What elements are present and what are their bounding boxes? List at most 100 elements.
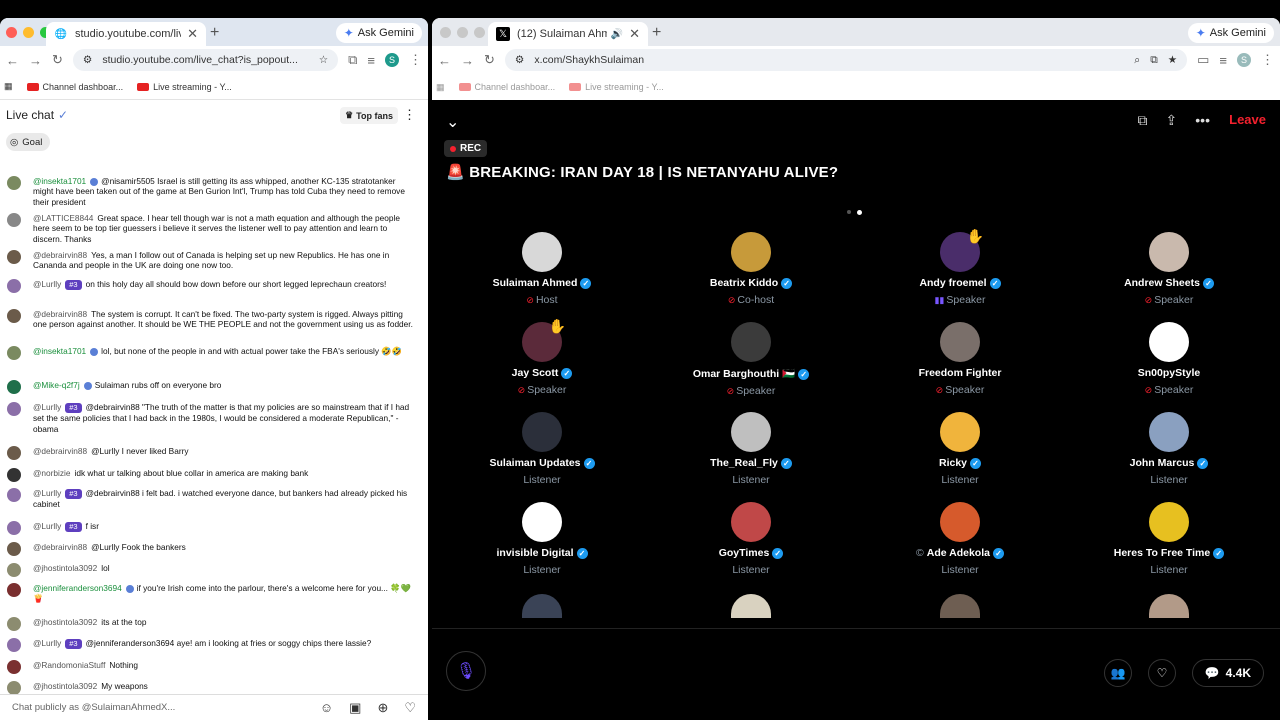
participant[interactable]: Sulaiman Ahmed ✓ ⊘ Host <box>442 232 642 306</box>
speaker-icon[interactable]: 🔊 <box>611 29 623 40</box>
microphone-button[interactable]: 🎙 <box>446 651 486 691</box>
bookmark-star-icon[interactable]: ☆ <box>319 54 328 66</box>
new-tab-button[interactable]: + <box>210 24 219 42</box>
avatar[interactable] <box>522 502 562 542</box>
participant[interactable]: Freedom Fighter ⊘ Speaker <box>860 322 1060 396</box>
sidepanel-icon[interactable]: ▭ <box>1197 52 1209 68</box>
extension-icon[interactable]: ≡ <box>1219 53 1227 68</box>
collapse-chevron-icon[interactable]: ⌄ <box>446 112 459 132</box>
super-chat-icon[interactable]: ▣ <box>349 700 361 716</box>
avatar[interactable] <box>7 638 21 652</box>
avatar[interactable] <box>522 412 562 452</box>
chat-author[interactable]: @jhostintola3092 <box>33 681 97 691</box>
zoom-window-button[interactable] <box>474 27 485 38</box>
avatar[interactable] <box>7 380 21 394</box>
avatar[interactable]: ✋ <box>522 318 566 362</box>
avatar[interactable] <box>7 681 21 695</box>
share-icon[interactable]: ⇪ <box>1166 112 1178 129</box>
avatar[interactable] <box>7 563 21 577</box>
more-icon[interactable]: ••• <box>1195 112 1210 129</box>
chat-author[interactable]: @norbizie <box>33 468 70 478</box>
avatar[interactable] <box>7 402 21 416</box>
chat-author[interactable]: @debrairvin88 <box>33 309 87 319</box>
chat-author[interactable]: @debrairvin88 <box>33 542 87 552</box>
avatar[interactable] <box>7 176 21 190</box>
participant[interactable]: Andrew Sheets ✓ ⊘ Speaker <box>1069 232 1269 306</box>
address-bar[interactable]: ⚙ studio.youtube.com/live_chat?is_popout… <box>72 49 339 71</box>
install-icon[interactable]: ⧉ <box>1150 54 1158 67</box>
profile-avatar[interactable]: S <box>1237 53 1251 67</box>
avatar[interactable] <box>7 660 21 674</box>
avatar[interactable] <box>1149 412 1189 452</box>
forward-icon[interactable]: → <box>29 53 42 68</box>
chat-author[interactable]: @jhostintola3092 <box>33 563 97 573</box>
goal-chip[interactable]: ◎ Goal <box>6 133 51 151</box>
zoom-icon[interactable]: ⌕ <box>1134 54 1140 67</box>
participant[interactable]: ✋ Jay Scott ✓ ⊘ Speaker <box>442 318 642 396</box>
avatar[interactable] <box>1149 502 1189 542</box>
avatar[interactable] <box>731 322 771 362</box>
avatar[interactable] <box>7 309 21 323</box>
chat-author[interactable]: @Lurlly <box>33 279 61 289</box>
participant[interactable]: invisible Digital ✓ Listener <box>442 502 642 576</box>
participant[interactable]: © Ade Adekola ✓ Listener <box>860 502 1060 576</box>
participant[interactable]: The_Real_Fly ✓ Listener <box>651 412 851 486</box>
forward-icon[interactable]: → <box>461 53 474 68</box>
chat-author[interactable]: @debrairvin88 <box>33 446 87 456</box>
avatar[interactable] <box>7 617 21 631</box>
participant[interactable]: ✋ Andy froemel ✓ ▮▮ Speaker <box>860 228 1060 306</box>
bookmark-channel-dashboard[interactable]: Channel dashboar... <box>26 82 123 92</box>
avatar[interactable] <box>7 213 21 227</box>
participant[interactable]: Omar Barghouthi 🇵🇸 ✓ ⊘ Speaker <box>651 322 851 397</box>
back-icon[interactable]: ← <box>438 53 451 68</box>
avatar[interactable] <box>7 446 21 460</box>
avatar[interactable]: ✋ <box>940 228 984 272</box>
chat-author[interactable]: @jenniferanderson3694 <box>33 583 122 593</box>
participant[interactable]: John Marcus ✓ Listener <box>1069 412 1269 486</box>
avatar[interactable] <box>7 521 21 535</box>
ask-gemini-button[interactable]: ✦ Ask Gemini <box>335 23 422 43</box>
avatar[interactable] <box>731 232 771 272</box>
chat-author[interactable]: @Lurlly <box>33 638 61 648</box>
tab-x-profile[interactable]: 𝕏 (12) Sulaiman Ahmed (@S 🔊 ✕ <box>488 22 648 46</box>
top-fans-button[interactable]: ♛ Top fans <box>340 107 398 124</box>
react-button[interactable]: ♡ <box>1148 659 1176 687</box>
leave-button[interactable]: Leave <box>1229 112 1266 127</box>
avatar[interactable] <box>7 346 21 360</box>
chat-author[interactable]: @Mike-q2f7j <box>33 380 80 390</box>
tab-search-icon[interactable]: ⧉ <box>348 52 357 68</box>
chat-author[interactable]: @jhostintola3092 <box>33 617 97 627</box>
heart-icon[interactable]: ♡ <box>404 700 416 716</box>
participant-avatar-partial[interactable] <box>731 594 771 618</box>
apps-grid-icon[interactable]: ▦ <box>436 82 445 93</box>
avatar[interactable] <box>7 250 21 264</box>
minimize-window-button[interactable] <box>23 27 34 38</box>
avatar[interactable] <box>1149 322 1189 362</box>
participant[interactable]: GoyTimes ✓ Listener <box>651 502 851 576</box>
chat-author[interactable]: @RandomoniaStuff <box>33 660 105 670</box>
page-dot-active[interactable] <box>857 210 862 215</box>
chat-author[interactable]: @insekta1701 <box>33 346 86 356</box>
avatar[interactable] <box>7 583 21 597</box>
avatar[interactable] <box>7 488 21 502</box>
participant[interactable]: Heres To Free Time ✓ Listener <box>1069 502 1269 576</box>
back-icon[interactable]: ← <box>6 53 19 68</box>
page-dot[interactable] <box>847 210 851 214</box>
menu-icon[interactable]: ⋮ <box>1261 52 1274 68</box>
chat-author[interactable]: @Lurlly <box>33 521 61 531</box>
close-window-button[interactable] <box>440 27 451 38</box>
ask-gemini-button[interactable]: ✦ Ask Gemini <box>1187 23 1274 43</box>
participant-avatar-partial[interactable] <box>522 594 562 618</box>
chat-author[interactable]: @Lurlly <box>33 402 61 412</box>
chat-author[interactable]: @LATTICE8844 <box>33 213 93 223</box>
tab-live-chat[interactable]: 🌐 studio.youtube.com/live_chat ✕ <box>46 22 206 46</box>
chat-author[interactable]: @insekta1701 <box>33 176 86 186</box>
avatar[interactable] <box>7 468 21 482</box>
chat-input[interactable]: Chat publicly as @SulaimanAhmedX... <box>12 702 304 713</box>
bookmark-star-icon[interactable]: ★ <box>1168 54 1177 66</box>
participant[interactable]: Sn00pyStyle ⊘ Speaker <box>1069 322 1269 396</box>
address-bar[interactable]: ⚙ x.com/ShaykhSulaiman ⌕ ⧉ ★ <box>504 49 1188 71</box>
avatar[interactable] <box>7 542 21 556</box>
bookmark-live-streaming[interactable]: Live streaming - Y... <box>569 82 664 92</box>
avatar[interactable] <box>940 502 980 542</box>
